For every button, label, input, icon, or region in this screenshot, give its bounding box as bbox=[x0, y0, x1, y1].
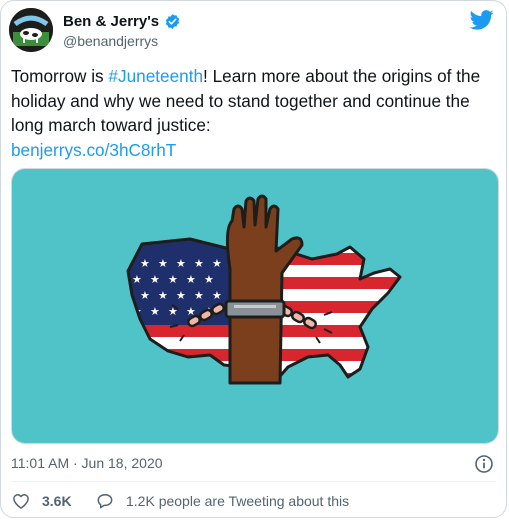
svg-text:★: ★ bbox=[140, 257, 150, 270]
divider bbox=[11, 481, 496, 482]
tweet-text-start: Tomorrow is bbox=[11, 66, 109, 86]
tweet-url-link[interactable]: benjerrys.co/3hC8rhT bbox=[11, 140, 176, 160]
svg-text:★: ★ bbox=[150, 305, 160, 318]
svg-text:★: ★ bbox=[212, 257, 222, 270]
verified-badge-icon bbox=[165, 14, 180, 29]
svg-text:★: ★ bbox=[158, 289, 168, 302]
timestamp[interactable]: 11:01 AM · Jun 18, 2020 bbox=[11, 455, 163, 471]
hashtag-link[interactable]: #Juneteenth bbox=[108, 66, 203, 86]
handle[interactable]: @benandjerrys bbox=[63, 33, 158, 49]
conversation-link[interactable]: 1.2K people are Tweeting about this bbox=[95, 491, 349, 511]
like-button[interactable]: 3.6K bbox=[11, 491, 72, 511]
info-icon[interactable] bbox=[474, 454, 494, 474]
svg-text:★: ★ bbox=[194, 289, 204, 302]
svg-text:★: ★ bbox=[194, 257, 204, 270]
display-name[interactable]: Ben & Jerry's bbox=[63, 13, 159, 30]
tweet-text: Tomorrow is #Juneteenth! Learn more abou… bbox=[11, 64, 499, 162]
name-row: Ben & Jerry's bbox=[63, 13, 181, 30]
svg-text:★: ★ bbox=[212, 289, 222, 302]
svg-text:★: ★ bbox=[150, 273, 160, 286]
svg-text:★: ★ bbox=[176, 257, 186, 270]
ben-and-jerrys-logo-icon bbox=[9, 8, 53, 52]
heart-icon bbox=[13, 494, 29, 509]
tweet-header: Ben & Jerry's @benandjerrys bbox=[9, 8, 498, 54]
svg-text:★: ★ bbox=[186, 273, 196, 286]
tweet-meta: 11:01 AM · Jun 18, 2020 bbox=[11, 454, 494, 474]
svg-text:★: ★ bbox=[176, 289, 186, 302]
svg-text:★: ★ bbox=[140, 289, 150, 302]
tweet-card: Ben & Jerry's @benandjerrys Tomorrow is … bbox=[0, 0, 507, 518]
tweet-media-image[interactable]: ★★★★★ ★★★★★ ★★★★★ ★★★★★ bbox=[11, 168, 499, 444]
svg-text:★: ★ bbox=[132, 273, 142, 286]
tweet-actions: 3.6K 1.2K people are Tweeting about this bbox=[11, 491, 496, 513]
svg-text:★: ★ bbox=[204, 273, 214, 286]
like-count: 3.6K bbox=[42, 493, 72, 509]
twitter-bird-icon[interactable] bbox=[470, 10, 494, 30]
avatar[interactable] bbox=[9, 8, 53, 52]
svg-text:★: ★ bbox=[168, 273, 178, 286]
speech-bubble-icon bbox=[97, 494, 113, 509]
tweeting-about-text: 1.2K people are Tweeting about this bbox=[126, 493, 350, 509]
svg-text:★: ★ bbox=[158, 257, 168, 270]
juneteenth-illustration-icon: ★★★★★ ★★★★★ ★★★★★ ★★★★★ bbox=[12, 169, 498, 443]
